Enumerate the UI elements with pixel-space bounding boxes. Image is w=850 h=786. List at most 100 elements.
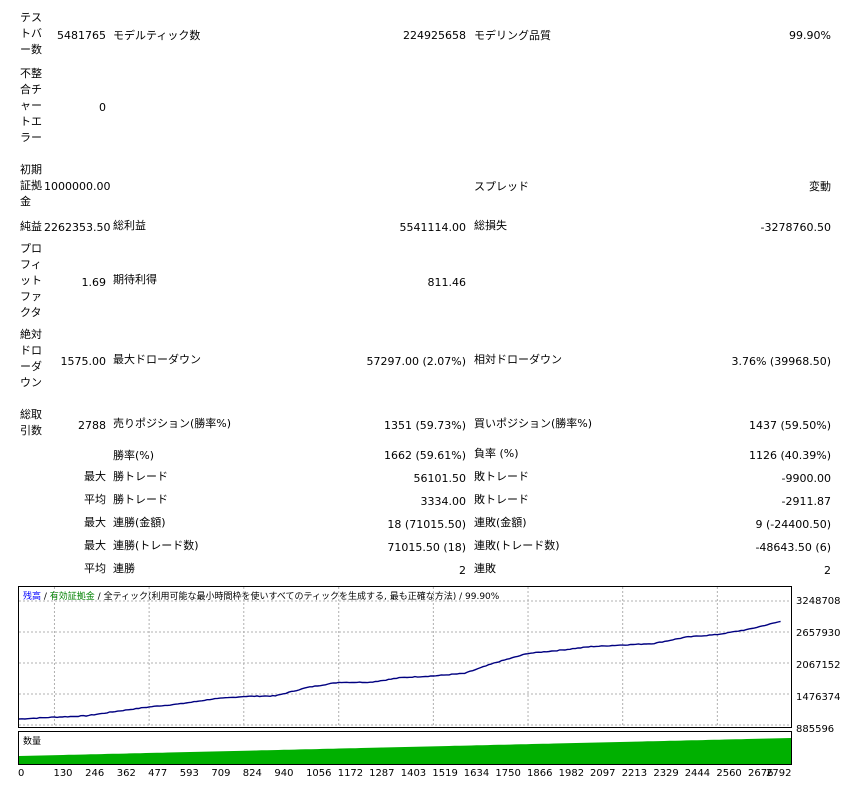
mismatch-label: 不整合チャートエラー xyxy=(20,67,42,144)
test-bars-label: テストバー数 xyxy=(20,11,42,56)
x-tick-label: 246 xyxy=(85,768,105,779)
x-tick-label: 2792 xyxy=(766,768,792,779)
x-tick-label: 1750 xyxy=(495,768,521,779)
model-ticks-value: 224925658 xyxy=(403,29,466,42)
avg-win-value: 3334.00 xyxy=(420,495,467,508)
gross-loss-label: 総損失 xyxy=(474,219,507,232)
y-tick-label: 1476374 xyxy=(796,692,841,703)
volume-chart: 数量 xyxy=(18,731,792,765)
max-consec-losses-count-label: 連敗(トレード数) xyxy=(474,539,560,552)
max-consec-losses-money-value: 9 (-24400.50) xyxy=(755,518,831,531)
gross-profit-value: 5541114.00 xyxy=(399,221,466,234)
largest-win-label: 勝トレード xyxy=(113,470,168,483)
model-ticks-label: モデルティック数 xyxy=(113,29,201,42)
spread-value: 変動 xyxy=(809,180,831,193)
expected-payoff-label: 期待利得 xyxy=(113,273,157,286)
x-tick-label: 2329 xyxy=(653,768,679,779)
initial-deposit-value: 1000000.00 xyxy=(44,180,111,193)
x-tick-label: 1866 xyxy=(527,768,553,779)
short-positions-label: 売りポジション(勝率%) xyxy=(113,417,232,430)
loss-rate-value: 1126 (40.39%) xyxy=(748,449,831,462)
max-label-2: 最大 xyxy=(84,516,106,529)
modeling-quality-label: モデリング品質 xyxy=(474,29,551,42)
gross-loss-value: -3278760.50 xyxy=(760,221,831,234)
x-tick-label: 1519 xyxy=(432,768,458,779)
x-tick-label: 2444 xyxy=(684,768,711,779)
max-consec-losses-count-value: -48643.50 (6) xyxy=(755,541,831,554)
y-tick-label: 885596 xyxy=(796,724,835,735)
loss-rate-label: 負率 (%) xyxy=(474,447,519,460)
mismatch-value: 0 xyxy=(99,101,106,114)
initial-deposit-label: 初期証拠金 xyxy=(20,163,42,208)
max-consec-wins-count-value: 71015.50 (18) xyxy=(387,541,466,554)
win-rate-label: 勝率(%) xyxy=(113,449,155,462)
profit-factor-value: 1.69 xyxy=(81,276,107,289)
x-tick-label: 1634 xyxy=(463,768,490,779)
max-consec-wins-count-label: 連勝(トレード数) xyxy=(113,539,199,552)
short-positions-value: 1351 (59.73%) xyxy=(383,419,466,432)
max-consec-wins-money-label: 連勝(金額) xyxy=(113,516,166,529)
profit-factor-label: プロフィットファクタ xyxy=(20,242,42,319)
test-bars-value: 5481765 xyxy=(57,29,106,42)
x-tick-label: 477 xyxy=(148,768,168,779)
avg-loss-value: -2911.87 xyxy=(781,495,831,508)
max-drawdown-value: 57297.00 (2.07%) xyxy=(366,355,466,368)
x-tick-label: 362 xyxy=(116,768,136,779)
avg-label-1: 平均 xyxy=(84,493,106,506)
max-label-1: 最大 xyxy=(84,470,106,483)
rel-drawdown-value: 3.76% (39968.50) xyxy=(731,355,831,368)
balance-line xyxy=(19,620,781,720)
volume-label: 数量 xyxy=(23,737,42,747)
x-tick-label: 2213 xyxy=(621,768,648,779)
rel-drawdown-label: 相対ドローダウン xyxy=(474,353,562,366)
x-tick-label: 593 xyxy=(179,768,199,779)
y-tick-label: 3248708 xyxy=(796,596,841,607)
max-label-3: 最大 xyxy=(84,539,106,552)
volume-plot xyxy=(19,738,791,764)
avg-consec-losses-label: 連敗 xyxy=(474,562,496,575)
avg-win-label: 勝トレード xyxy=(113,493,168,506)
avg-loss-label: 敗トレード xyxy=(474,493,529,506)
x-tick-label: 2560 xyxy=(716,768,742,779)
x-tick-label: 1982 xyxy=(558,768,585,779)
modeling-quality-value: 99.90% xyxy=(789,29,831,42)
x-tick-label: 130 xyxy=(53,768,73,779)
x-tick-label: 709 xyxy=(211,768,231,779)
x-tick-label: 824 xyxy=(242,768,262,779)
largest-loss-label: 敗トレード xyxy=(474,470,529,483)
avg-consec-wins-value: 2 xyxy=(459,564,466,577)
balance-plot xyxy=(19,587,791,727)
x-tick-label: 1287 xyxy=(369,768,395,779)
avg-label-2: 平均 xyxy=(84,562,106,575)
long-positions-label: 買いポジション(勝率%) xyxy=(474,417,593,430)
largest-loss-value: -9900.00 xyxy=(781,472,831,485)
spread-label: スプレッド xyxy=(474,180,529,193)
avg-consec-losses-value: 2 xyxy=(824,564,831,577)
long-positions-value: 1437 (59.50%) xyxy=(748,419,831,432)
y-tick-label: 2657930 xyxy=(796,628,841,639)
y-tick-label: 2067152 xyxy=(796,660,841,671)
gross-profit-label: 総利益 xyxy=(113,219,146,232)
avg-consec-wins-label: 連勝 xyxy=(113,562,135,575)
abs-drawdown-label: 絶対ドローダウン xyxy=(20,328,42,389)
total-trades-value: 2788 xyxy=(78,419,106,432)
x-tick-label: 1403 xyxy=(400,768,427,779)
max-consec-wins-money-value: 18 (71015.50) xyxy=(387,518,466,531)
abs-drawdown-value: 1575.00 xyxy=(60,355,107,368)
x-tick-label: 2097 xyxy=(590,768,616,779)
report-table: テストバー数 5481765 モデルティック数 224925658 モデリング品… xyxy=(0,0,850,582)
x-tick-label: 0 xyxy=(18,768,25,779)
max-consec-losses-money-label: 連敗(金額) xyxy=(474,516,527,529)
net-profit-value: 2262353.50 xyxy=(44,221,111,234)
x-tick-label: 940 xyxy=(274,768,294,779)
largest-win-value: 56101.50 xyxy=(413,472,467,485)
x-tick-label: 1172 xyxy=(337,768,364,779)
x-tick-label: 1056 xyxy=(306,768,332,779)
volume-area xyxy=(19,738,791,764)
net-profit-label: 純益 xyxy=(20,220,42,233)
balance-chart: 残高 / 有効証拠金 / 全ティック(利用可能な最小時間枠を使いすべてのティック… xyxy=(18,586,792,728)
total-trades-label: 総取引数 xyxy=(20,408,42,437)
win-rate-value: 1662 (59.61%) xyxy=(383,449,466,462)
expected-payoff-value: 811.46 xyxy=(427,276,467,289)
max-drawdown-label: 最大ドローダウン xyxy=(113,353,201,366)
